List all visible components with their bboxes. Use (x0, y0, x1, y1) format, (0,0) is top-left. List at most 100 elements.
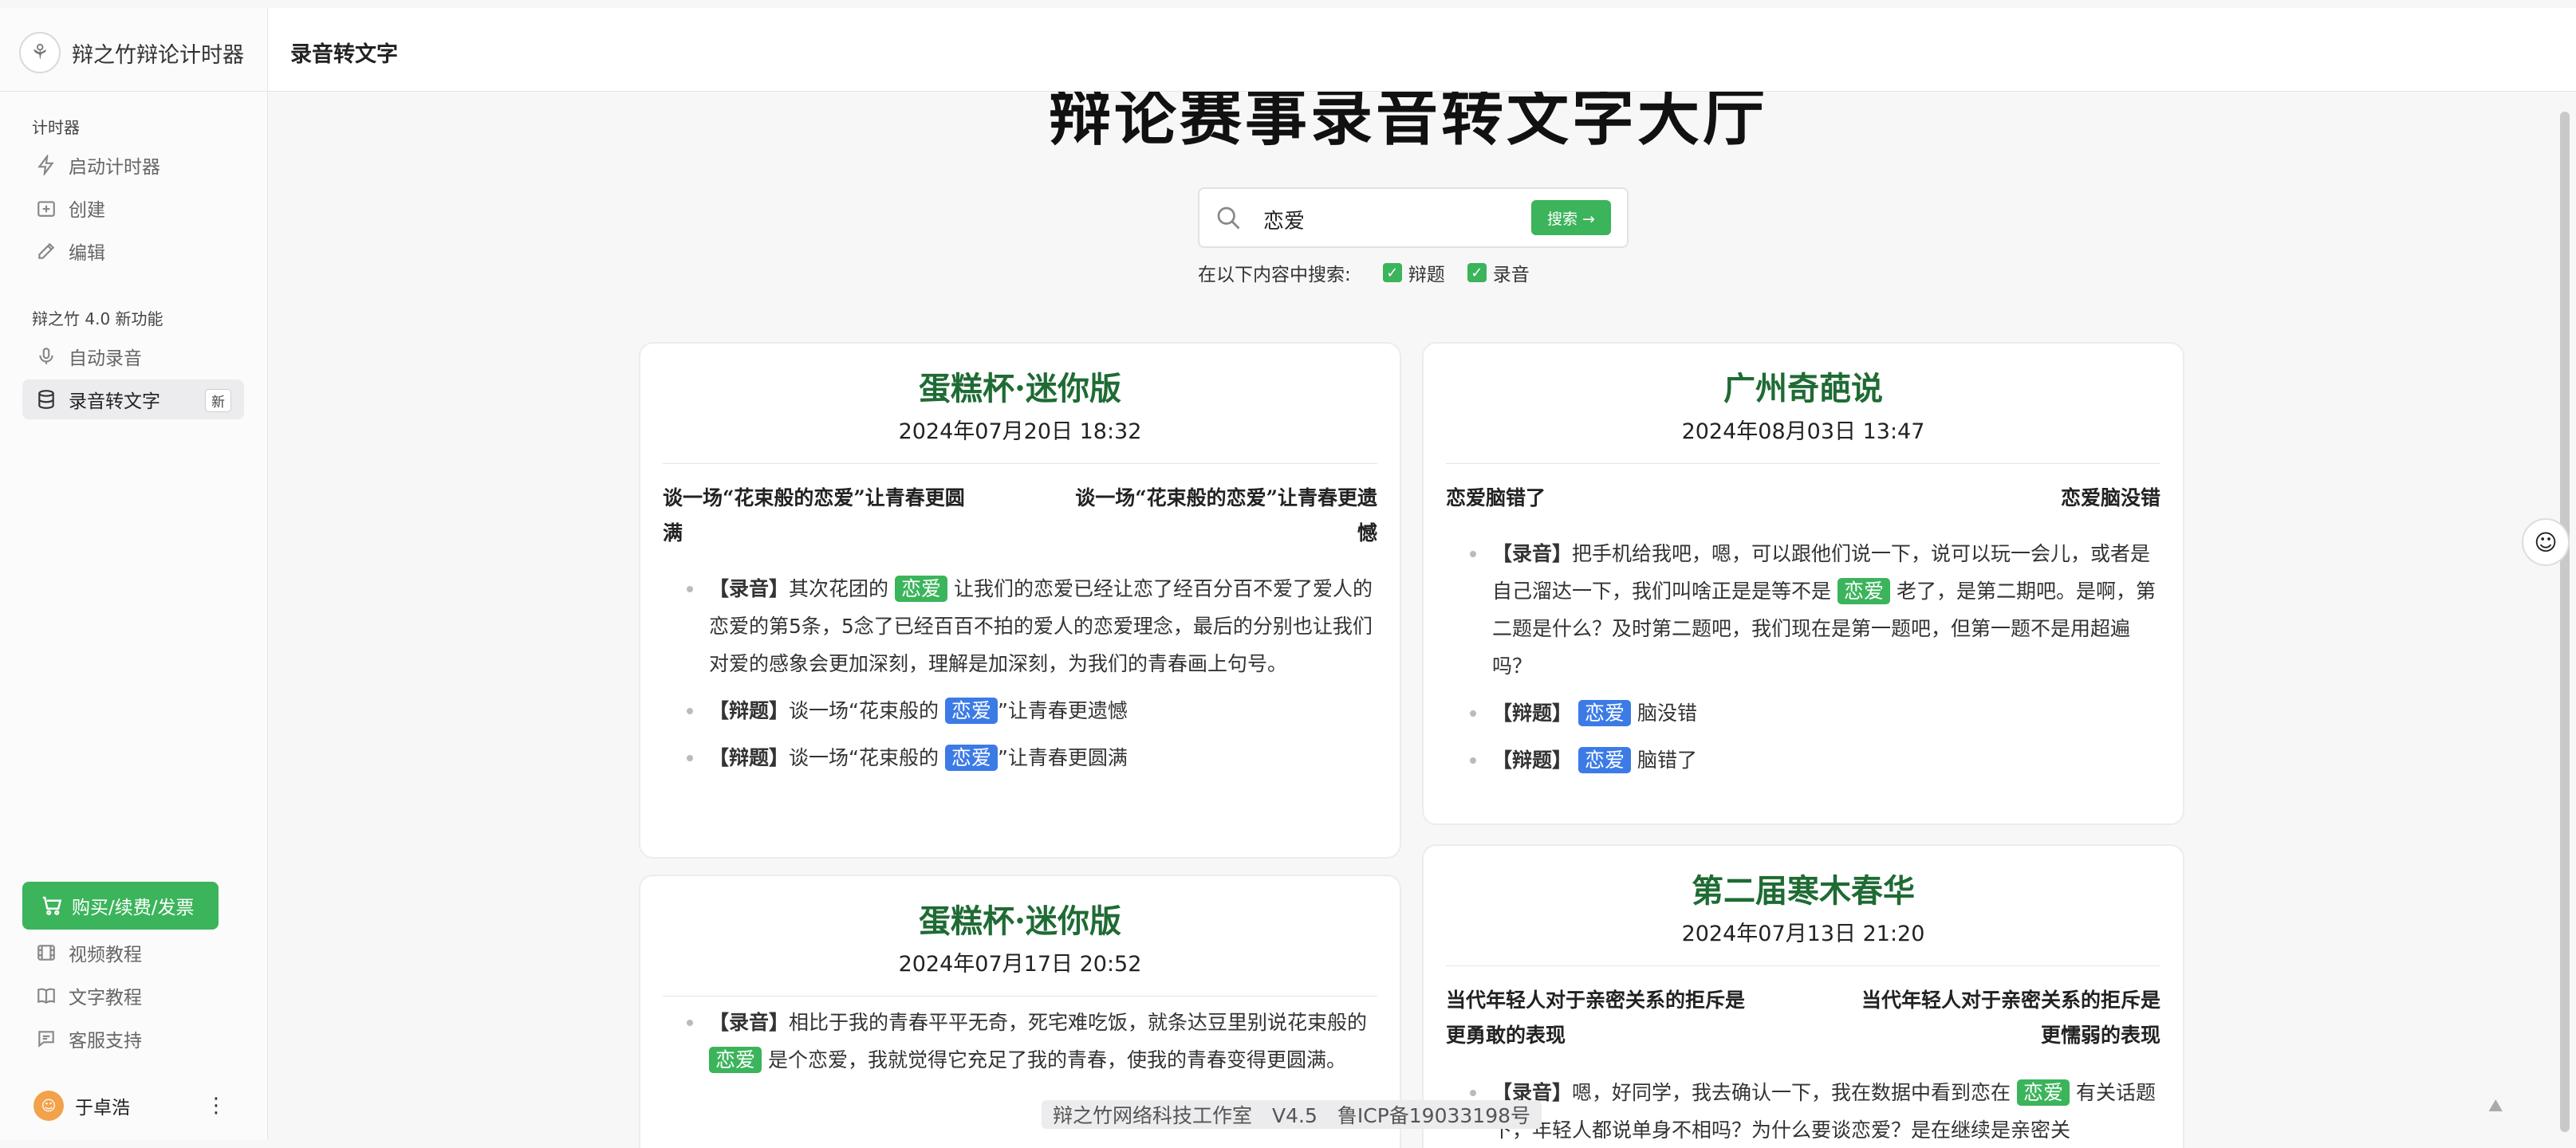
scrollbar[interactable] (2560, 112, 2570, 1132)
sidebar-item-edit[interactable]: 编辑 (22, 231, 244, 271)
card-divider (663, 996, 1377, 997)
entry-tag: 【录音】 (1492, 542, 1573, 565)
sidebar-item-label: 文字教程 (69, 988, 142, 1008)
keyword-highlight: 恋爱 (894, 576, 947, 602)
entry-text: 相比于我的青春平平无奇，死宅难吃饭，就条达豆里别说花束般的 (789, 1011, 1368, 1034)
card-divider (1446, 463, 2160, 464)
book-icon (35, 985, 57, 1007)
match-list: 【录音】把手机给我吧，嗯，可以跟他们说一下，说可以玩一会儿，或者是自己溜达一下，… (1470, 535, 2160, 788)
entry-text: 其次花团的 (789, 577, 889, 600)
bolt-icon (35, 154, 57, 176)
sidebar-item-start-timer[interactable]: 启动计时器 (22, 145, 244, 185)
sidebar-item-label: 创建 (69, 200, 105, 221)
page-title: 辩论赛事录音转文字大厅 (1048, 92, 1768, 154)
side-affirmative: 恋爱脑错了 (1446, 486, 1546, 509)
user-profile[interactable]: ☺ 于卓浩 ⋮ (22, 1086, 244, 1126)
keyword-highlight: 恋爱 (1578, 700, 1631, 726)
sidebar-item-support[interactable]: 客服支持 (22, 1019, 244, 1059)
buy-label: 购买/续费/发票 (72, 898, 195, 918)
entry-text: 脑错了 (1637, 749, 1697, 772)
entry-tag: 【辩题】 (1492, 702, 1573, 725)
assistant-avatar-icon[interactable]: ☺ (2522, 518, 2570, 566)
chat-icon (35, 1028, 57, 1050)
microphone-icon (35, 345, 57, 368)
search-button[interactable]: 搜索 → (1531, 200, 1611, 235)
app-name: 辩之竹辩论计时器 (72, 42, 244, 68)
keyword-highlight: 恋爱 (709, 1047, 762, 1073)
page-header: 录音转文字 (268, 8, 2576, 92)
list-item: 【录音】把手机给我吧，嗯，可以跟他们说一下，说可以玩一会儿，或者是自己溜达一下，… (1470, 535, 2160, 685)
entry-tag: 【辩题】 (709, 699, 790, 722)
search-value: 恋爱 (1263, 210, 1306, 234)
keyword-highlight: 恋爱 (944, 745, 998, 771)
match-list: 【录音】嗯，好同学，我去确认一下，我在数据中看到恋在 恋爱 有关话题下，年轻人都… (1470, 1074, 2160, 1148)
sidebar-divider (0, 91, 267, 92)
keyword-highlight: 恋爱 (2016, 1079, 2070, 1106)
filter-label: 在以下内容中搜索: (1198, 265, 1351, 285)
main-content: 辩论赛事录音转文字大厅 恋爱 搜索 → 在以下内容中搜索: ✓ 辩题 ✓ 录音 … (268, 92, 2576, 1148)
brand[interactable]: ⚘ 辩之竹辩论计时器 (19, 26, 244, 80)
card-date: 2024年08月03日 13:47 (1681, 419, 1925, 444)
sidebar-item-auto-record[interactable]: 自动录音 (22, 336, 244, 376)
entry-tag: 【辩题】 (709, 746, 790, 769)
keyword-highlight: 恋爱 (1578, 747, 1631, 773)
search-input[interactable]: 恋爱 搜索 → (1198, 187, 1629, 248)
edit-icon (35, 240, 57, 262)
card-title: 蛋糕杯·迷你版 (919, 370, 1121, 407)
card-divider (663, 463, 1377, 464)
side-affirmative: 当代年轻人对于亲密关系的拒斥是更勇敢的表现 (1446, 989, 1746, 1047)
cart-icon (40, 894, 64, 918)
list-item: 【辩题】谈一场“花束般的 恋爱 ”让青春更圆满 (687, 739, 1377, 776)
side-negative: 当代年轻人对于亲密关系的拒斥是更懦弱的表现 (1861, 989, 2160, 1047)
card-date: 2024年07月13日 21:20 (1681, 922, 1925, 946)
card-sides: 当代年轻人对于亲密关系的拒斥是更勇敢的表现 当代年轻人对于亲密关系的拒斥是更懦弱… (1446, 983, 2160, 1053)
side-negative: 恋爱脑没错 (2060, 486, 2160, 509)
keyword-highlight: 恋爱 (1837, 578, 1890, 604)
entry-text: 嗯，好同学，我去确认一下，我在数据中看到恋在 (1572, 1081, 2011, 1104)
debate-card[interactable]: 蛋糕杯·迷你版 2024年07月20日 18:32 谈一场“花束般的恋爱”让青春… (639, 342, 1401, 859)
buy-renew-invoice-button[interactable]: 购买/续费/发票 (22, 882, 219, 930)
sidebar-item-label: 自动录音 (69, 348, 142, 369)
sidebar-item-create[interactable]: 创建 (22, 188, 244, 228)
sidebar-item-transcribe[interactable]: 录音转文字 新 (22, 379, 244, 419)
card-divider (1446, 965, 2160, 966)
card-sides: 谈一场“花束般的恋爱”让青春更圆满 谈一场“花束般的恋爱”让青春更遗憾 (663, 481, 1377, 551)
more-vertical-icon[interactable]: ⋮ (206, 1094, 226, 1118)
section-title-timer: 计时器 (32, 118, 80, 137)
header-title: 录音转文字 (290, 42, 398, 67)
checkbox-topic[interactable]: ✓ (1382, 263, 1402, 282)
entry-text: 脑没错 (1637, 702, 1697, 725)
match-list: 【录音】相比于我的青春平平无奇，死宅难吃饭，就条达豆里别说花束般的 恋爱 是个恋… (687, 1004, 1377, 1088)
entry-text: 谈一场“花束般的 (789, 699, 939, 722)
sidebar-item-label: 视频教程 (69, 945, 142, 965)
user-name: 于卓浩 (75, 1098, 130, 1119)
debate-card[interactable]: 广州奇葩说 2024年08月03日 13:47 恋爱脑错了 恋爱脑没错 【录音】… (1422, 342, 2184, 825)
entry-tag: 【录音】 (709, 1011, 790, 1034)
entry-text: ”让青春更遗憾 (997, 699, 1128, 722)
avatar: ☺ (33, 1091, 64, 1121)
list-item: 【录音】嗯，好同学，我去确认一下，我在数据中看到恋在 恋爱 有关话题下，年轻人都… (1470, 1074, 2160, 1148)
mountain-icon: ⛰ (2488, 1096, 2503, 1116)
search-filter: 在以下内容中搜索: ✓ 辩题 ✓ 录音 (1198, 259, 1530, 286)
card-date: 2024年07月20日 18:32 (898, 419, 1142, 444)
list-item: 【辩题】 恋爱 脑错了 (1470, 741, 2160, 779)
section-title-new-features: 辩之竹 4.0 新功能 (32, 309, 163, 328)
sidebar-item-text-tutorial[interactable]: 文字教程 (22, 976, 244, 1016)
new-badge: 新 (205, 389, 231, 412)
side-affirmative: 谈一场“花束般的恋爱”让青春更圆满 (663, 486, 965, 545)
keyword-highlight: 恋爱 (944, 698, 998, 724)
checkbox-recording-label: 录音 (1492, 265, 1530, 285)
list-item: 【辩题】谈一场“花束般的 恋爱 ”让青春更遗憾 (687, 692, 1377, 729)
list-item: 【辩题】 恋爱 脑没错 (1470, 694, 2160, 732)
entry-tag: 【录音】 (709, 577, 790, 600)
sidebar-item-label: 录音转文字 (69, 391, 160, 412)
add-square-icon (35, 197, 57, 219)
match-list: 【录音】其次花团的 恋爱 让我们的恋爱已经让恋了经百分百不爱了爱人的恋爱的第5条… (687, 570, 1377, 786)
card-sides: 恋爱脑错了 恋爱脑没错 (1446, 481, 2160, 516)
checkbox-recording[interactable]: ✓ (1467, 263, 1487, 282)
entry-text: ”让青春更圆满 (997, 746, 1128, 769)
card-title: 广州奇葩说 (1723, 370, 1883, 407)
sidebar-item-label: 客服支持 (69, 1031, 142, 1052)
sidebar-item-video-tutorial[interactable]: 视频教程 (22, 933, 244, 973)
footer-info: 辩之竹网络科技工作室 V4.5 鲁ICP备19033198号 (1042, 1100, 1542, 1129)
